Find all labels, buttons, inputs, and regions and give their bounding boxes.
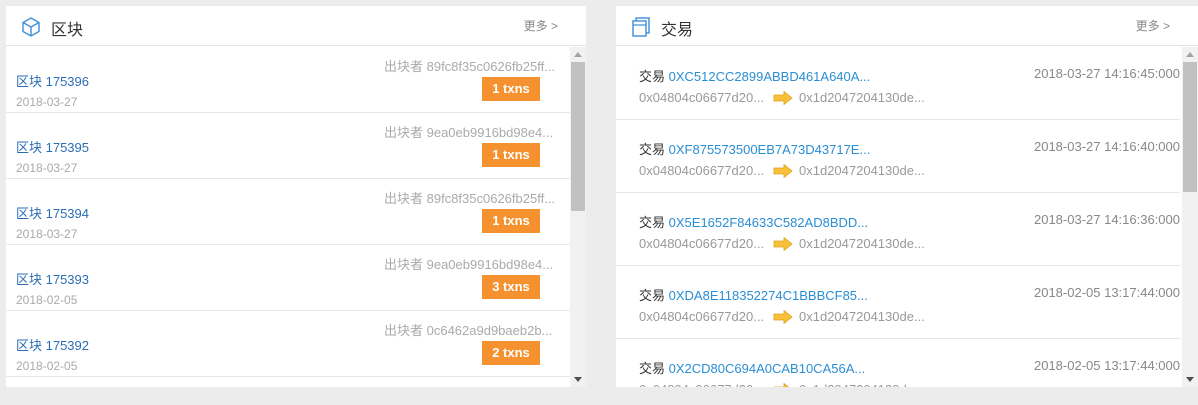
block-row[interactable]: 区块 175394 2018-03-27 出块者 89fc8f35c0626fb25…: [6, 179, 570, 245]
blocks-panel-title: 区块: [51, 22, 84, 39]
transactions-scrollbar[interactable]: [1182, 47, 1198, 387]
transaction-row[interactable]: 交易 0XC512CC2899ABBD461A640A... 2018-03-27…: [616, 47, 1180, 120]
block-miner[interactable]: 出块者 89fc8f35c0626fb25ff...: [384, 56, 560, 75]
scroll-up-arrow-icon[interactable]: [574, 52, 582, 57]
blocks-panel: 区块 更多 > 区块 175396 2018-03-27 出块者 89fc8f35c…: [6, 6, 586, 387]
block-number-link[interactable]: 区块 175392: [16, 335, 89, 354]
transaction-prefix: 交易: [639, 69, 666, 84]
transaction-time: 2018-03-27 14:16:36:000: [1033, 212, 1180, 227]
from-address-link[interactable]: 0x04804c06677d20...: [639, 163, 764, 178]
transaction-label: 交易 0XF875573500EB7A73D43717E...: [639, 139, 870, 158]
transaction-hash-link[interactable]: 0X2CD80C694A0CAB10CA56A...: [669, 361, 866, 376]
block-number-link[interactable]: 区块 175396: [16, 71, 89, 90]
transactions-more-link[interactable]: 更多 >: [1136, 17, 1170, 34]
to-address-link[interactable]: 0x1d2047204130de...: [799, 236, 925, 251]
transaction-time: 2018-03-27 14:16:45:000: [1033, 66, 1180, 81]
txns-count-button[interactable]: 2 txns: [482, 341, 540, 365]
block-miner[interactable]: 出块者 9ea0eb9916bd98e4...: [384, 254, 560, 273]
transaction-label: 交易 0XDA8E118352274C1BBBCF85...: [639, 285, 868, 304]
transaction-label: 交易 0X2CD80C694A0CAB10CA56A...: [639, 358, 865, 377]
transaction-label: 交易 0X5E1652F84633C582AD8BDD...: [639, 212, 868, 231]
blocks-more-link[interactable]: 更多 >: [524, 17, 558, 34]
block-row[interactable]: 区块 175392 2018-02-05 出块者 0c6462a9d9baeb2b.…: [6, 311, 570, 377]
arrow-right-icon: [773, 91, 793, 105]
block-date: 2018-03-27: [16, 95, 78, 109]
txns-count-button[interactable]: 1 txns: [482, 77, 540, 101]
arrow-right-icon: [773, 164, 793, 178]
arrow-right-icon: [773, 237, 793, 251]
block-number-link[interactable]: 区块 175393: [16, 269, 89, 288]
transaction-time: 2018-02-05 13:17:44:000: [1033, 285, 1180, 300]
block-miner[interactable]: 出块者 89fc8f35c0626fb25ff...: [384, 188, 560, 207]
transaction-time: 2018-03-27 14:16:40:000: [1033, 139, 1180, 154]
transactions-panel-header: 交易 更多 >: [616, 6, 1198, 46]
transactions-panel: 交易 更多 > 交易 0XC512CC2899ABBD461A640A... 20…: [616, 6, 1198, 387]
block-date: 2018-03-27: [16, 161, 78, 175]
from-address-link[interactable]: 0x04804c06677d20...: [639, 382, 764, 387]
blocks-list: 区块 175396 2018-03-27 出块者 89fc8f35c0626fb25…: [6, 47, 570, 387]
arrow-right-icon: [773, 383, 789, 387]
transaction-label: 交易 0XC512CC2899ABBD461A640A...: [639, 66, 870, 85]
transaction-row[interactable]: 交易 0XF875573500EB7A73D43717E... 2018-03-2…: [616, 120, 1180, 193]
transactions-list: 交易 0XC512CC2899ABBD461A640A... 2018-03-27…: [616, 47, 1180, 387]
transaction-prefix: 交易: [639, 288, 666, 303]
block-number-link[interactable]: 区块 175394: [16, 203, 89, 222]
block-date: 2018-02-05: [16, 293, 78, 307]
txns-count-button[interactable]: 1 txns: [482, 209, 540, 233]
transaction-prefix: 交易: [639, 361, 666, 376]
transaction-row[interactable]: 交易 0X2CD80C694A0CAB10CA56A... 2018-02-05 …: [616, 339, 1180, 387]
transaction-hash-link[interactable]: 0X5E1652F84633C582AD8BDD...: [669, 215, 868, 230]
transaction-row[interactable]: 交易 0X5E1652F84633C582AD8BDD... 2018-03-27…: [616, 193, 1180, 266]
blocks-panel-header: 区块 更多 >: [6, 6, 586, 46]
transaction-hash-link[interactable]: 0XF875573500EB7A73D43717E...: [669, 142, 871, 157]
block-date: 2018-03-27: [16, 227, 78, 241]
from-address-link[interactable]: 0x04804c06677d20...: [639, 309, 764, 324]
transaction-prefix: 交易: [639, 142, 666, 157]
transaction-prefix: 交易: [639, 215, 666, 230]
to-address-link[interactable]: 0x1d2047204130de...: [799, 163, 925, 178]
transactions-scrollbar-thumb[interactable]: [1183, 62, 1197, 192]
scroll-up-arrow-icon[interactable]: [1186, 52, 1194, 57]
transaction-row[interactable]: 交易 0XDA8E118352274C1BBBCF85... 2018-02-05…: [616, 266, 1180, 339]
block-miner[interactable]: 出块者 9ea0eb9916bd98e4...: [384, 122, 560, 141]
from-address-link[interactable]: 0x04804c06677d20...: [639, 236, 764, 251]
block-row[interactable]: 区块 175393 2018-02-05 出块者 9ea0eb9916bd98e4.…: [6, 245, 570, 311]
scroll-down-arrow-icon[interactable]: [1186, 377, 1194, 382]
block-row[interactable]: 区块 175396 2018-03-27 出块者 89fc8f35c0626fb25…: [6, 47, 570, 113]
blocks-scrollbar[interactable]: [570, 47, 586, 387]
document-stack-icon: [632, 17, 650, 37]
to-address-link[interactable]: 0x1d2047204130de...: [799, 90, 925, 105]
to-address-link[interactable]: 0x1d2047204130de...: [799, 382, 925, 387]
block-miner[interactable]: 出块者 0c6462a9d9baeb2b...: [384, 320, 560, 339]
txns-count-button[interactable]: 1 txns: [482, 143, 540, 167]
transaction-hash-link[interactable]: 0XDA8E118352274C1BBBCF85...: [669, 288, 868, 303]
block-number-link[interactable]: 区块 175395: [16, 137, 89, 156]
from-address-link[interactable]: 0x04804c06677d20...: [639, 90, 764, 105]
block-date: 2018-02-05: [16, 359, 78, 373]
block-row[interactable]: 区块 175395 2018-03-27 出块者 9ea0eb9916bd98e4.…: [6, 113, 570, 179]
cube-icon: [22, 17, 40, 37]
transaction-hash-link[interactable]: 0XC512CC2899ABBD461A640A...: [669, 69, 871, 84]
txns-count-button[interactable]: 3 txns: [482, 275, 540, 299]
transactions-panel-title: 交易: [661, 22, 694, 39]
to-address-link[interactable]: 0x1d2047204130de...: [799, 309, 925, 324]
transaction-time: 2018-02-05 13:17:44:000: [1033, 358, 1180, 373]
scroll-down-arrow-icon[interactable]: [574, 377, 582, 382]
blocks-scrollbar-thumb[interactable]: [571, 62, 585, 211]
arrow-right-icon: [773, 310, 793, 324]
